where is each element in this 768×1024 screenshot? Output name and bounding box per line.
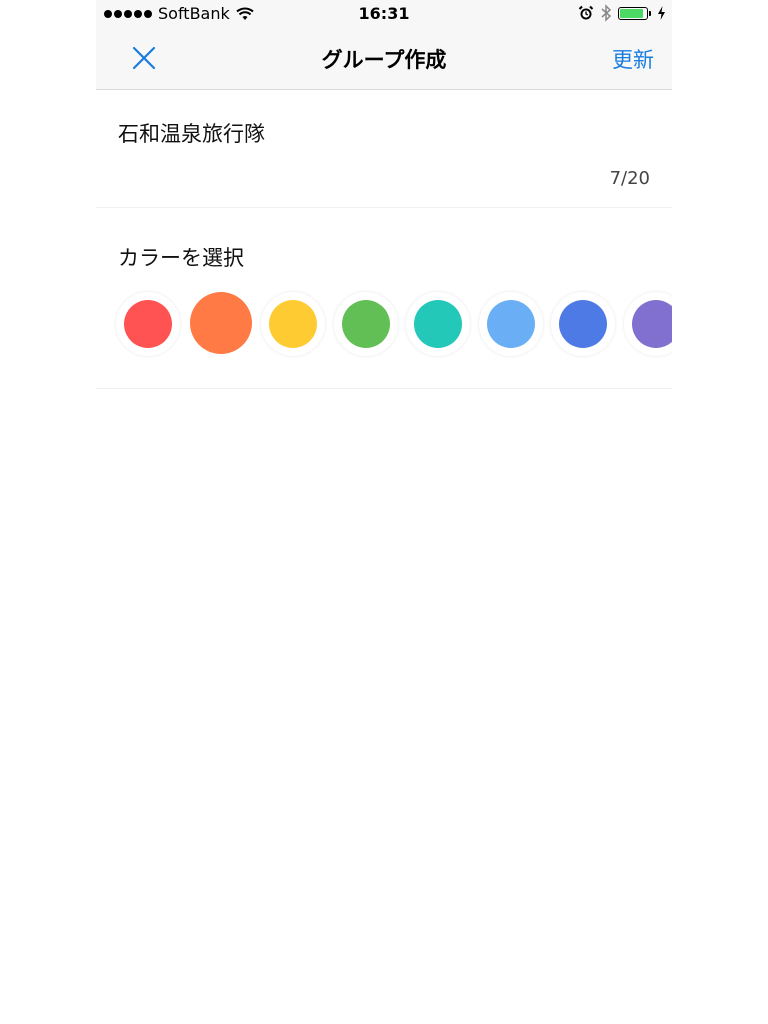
color-option-2[interactable] bbox=[189, 292, 253, 356]
alarm-icon bbox=[578, 5, 594, 20]
color-section-title: カラーを選択 bbox=[118, 246, 244, 270]
color-swatch bbox=[559, 300, 607, 348]
color-section: カラーを選択 bbox=[96, 208, 672, 389]
color-option-5[interactable] bbox=[406, 292, 470, 356]
charging-icon bbox=[658, 6, 665, 20]
color-swatch bbox=[189, 292, 252, 354]
nav-bar: グループ作成 更新 bbox=[96, 28, 672, 90]
color-swatch bbox=[269, 300, 317, 348]
battery-tip bbox=[649, 10, 651, 16]
group-name-section: 石和温泉旅行隊 7/20 bbox=[96, 90, 672, 208]
color-swatch bbox=[341, 300, 390, 348]
battery-icon bbox=[618, 6, 648, 20]
page-title: グループ作成 bbox=[321, 48, 447, 72]
color-swatch bbox=[486, 300, 535, 348]
color-option-1[interactable] bbox=[116, 292, 180, 356]
color-swatch bbox=[414, 300, 462, 348]
update-button[interactable]: 更新 bbox=[612, 44, 654, 74]
battery-level bbox=[620, 8, 643, 18]
color-swatch-list bbox=[96, 292, 672, 356]
app-screen: SoftBank 16:31 グループ作成 更新 石和温泉旅行隊 7/20 カラ… bbox=[96, 0, 672, 1024]
status-right bbox=[572, 4, 666, 22]
color-option-7[interactable] bbox=[551, 292, 615, 356]
color-option-6[interactable] bbox=[478, 292, 543, 356]
bluetooth-icon bbox=[601, 4, 612, 22]
color-option-4[interactable] bbox=[333, 292, 398, 356]
color-option-3[interactable] bbox=[261, 292, 325, 356]
char-count: 7/20 bbox=[609, 168, 650, 189]
color-swatch bbox=[124, 300, 172, 348]
color-option-8[interactable] bbox=[623, 292, 672, 356]
group-name-field[interactable]: 石和温泉旅行隊 bbox=[118, 118, 265, 148]
color-swatch bbox=[631, 300, 672, 348]
status-bar: SoftBank 16:31 bbox=[96, 0, 672, 28]
